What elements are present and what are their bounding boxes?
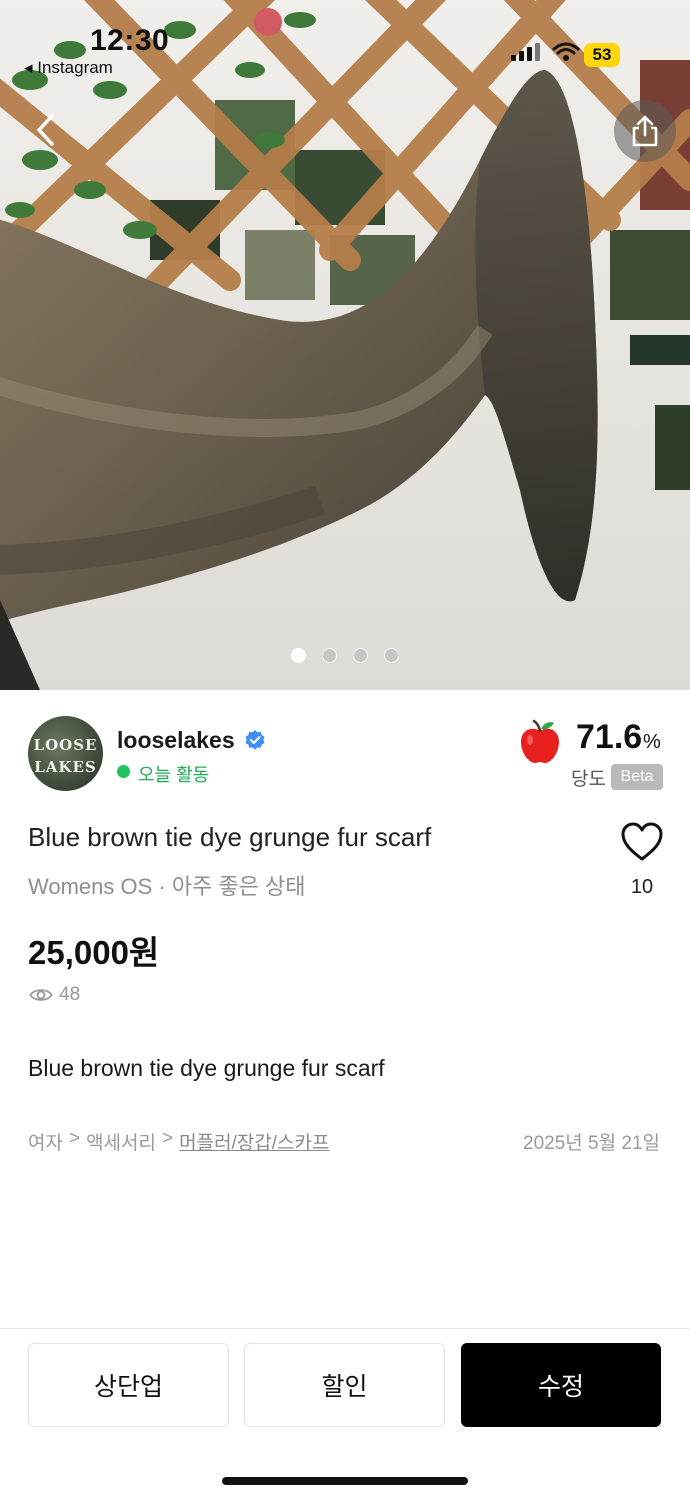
like-heart-icon[interactable]	[620, 821, 664, 863]
product-photo	[0, 0, 690, 690]
cellular-signal-icon	[511, 43, 540, 61]
carousel-indicator	[291, 648, 399, 663]
breadcrumb-separator: >	[162, 1128, 174, 1149]
beta-badge: Beta	[611, 764, 663, 790]
home-indicator[interactable]	[222, 1477, 468, 1485]
breadcrumb-level1[interactable]: 여자	[28, 1128, 63, 1155]
apple-icon	[521, 719, 559, 764]
activity-status-dot	[117, 765, 130, 778]
verified-badge-icon	[245, 730, 265, 750]
wifi-icon	[552, 42, 580, 61]
manner-score-unit: %	[643, 731, 661, 753]
seller-name[interactable]: looselakes	[117, 727, 235, 754]
eye-icon	[29, 989, 53, 1001]
bump-button[interactable]: 상단업	[28, 1343, 229, 1427]
product-image-carousel[interactable]: 12:30 ◂ Instagram 53	[0, 0, 690, 690]
chevron-left-icon	[37, 114, 54, 146]
manner-score-label: 당도	[571, 769, 606, 790]
seller-avatar[interactable]: LOOSE LAKES	[28, 716, 103, 791]
product-title: Blue brown tie dye grunge fur scarf	[28, 822, 432, 852]
breadcrumb-level2[interactable]: 액세서리	[86, 1128, 156, 1155]
status-time: 12:30	[90, 24, 170, 57]
product-description: Blue brown tie dye grunge fur scarf	[28, 1055, 385, 1081]
product-price: 25,000원	[28, 934, 160, 971]
edit-button[interactable]: 수정	[461, 1343, 661, 1427]
discount-button[interactable]: 할인	[244, 1343, 445, 1427]
status-bar: 12:30 ◂ Instagram 53	[0, 0, 690, 90]
carousel-dot[interactable]	[384, 648, 399, 663]
back-button[interactable]	[22, 100, 72, 160]
carousel-dot[interactable]	[322, 648, 337, 663]
carousel-dot[interactable]	[291, 648, 306, 663]
bottom-bar-divider	[0, 1328, 690, 1329]
product-size-condition: Womens OS · 아주 좋은 상태	[28, 874, 306, 899]
breadcrumb-level3[interactable]: 머플러/장갑/스카프	[179, 1128, 329, 1155]
breadcrumb-separator: >	[68, 1128, 81, 1149]
carousel-dot[interactable]	[353, 648, 368, 663]
manner-score-value: 71.6	[576, 718, 643, 756]
share-button[interactable]	[614, 100, 676, 162]
share-icon	[632, 115, 658, 147]
battery-indicator: 53	[584, 43, 620, 67]
category-breadcrumb: 여자 > 액세서리 > 머플러/장갑/스카프	[28, 1128, 330, 1155]
avatar-text-line2: LAKES	[34, 758, 97, 776]
view-count: 48	[59, 984, 81, 1005]
back-to-app-link[interactable]: ◂ Instagram	[24, 58, 113, 78]
activity-status-label: 오늘 활동	[138, 765, 210, 785]
like-count: 10	[630, 876, 654, 898]
avatar-text-line1: LOOSE	[33, 736, 98, 754]
posted-date: 2025년 5월 21일	[523, 1133, 660, 1154]
connectivity-icons	[511, 42, 580, 62]
